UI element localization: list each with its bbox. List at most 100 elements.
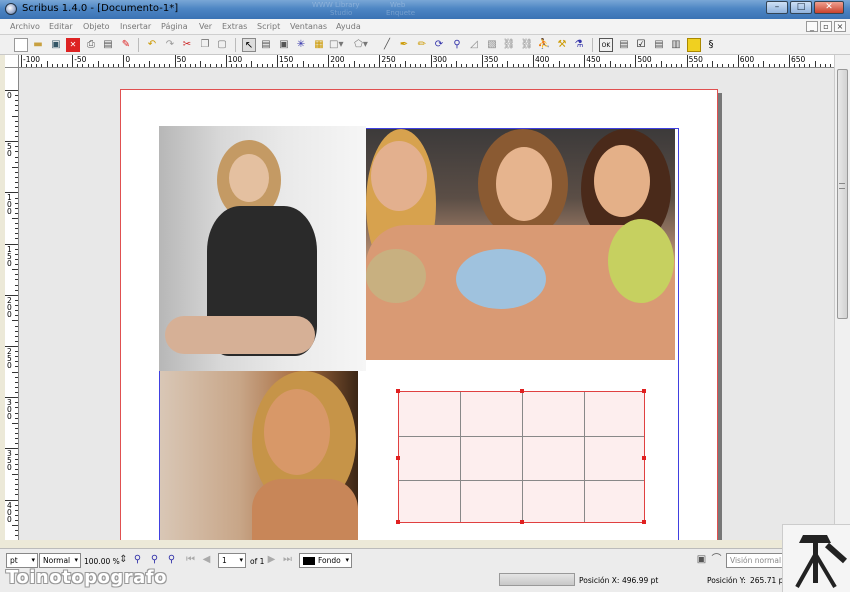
menu-ver[interactable]: Ver [199,22,212,31]
scribus-app-icon[interactable] [5,3,17,15]
prev-page-icon[interactable]: ◀ [200,553,213,566]
last-page-icon[interactable]: ⏭ [281,553,294,566]
cut-icon[interactable]: ✂ [180,38,194,52]
maximize-button[interactable]: □ [790,1,812,14]
undo-icon[interactable]: ↶ [145,38,159,52]
pdf-annotation-icon[interactable] [687,38,701,52]
unit-select[interactable]: pt ▾ [6,553,38,568]
ruler-corner[interactable] [5,55,19,68]
resize-handle[interactable] [642,456,646,460]
menu-script[interactable]: Script [257,22,280,31]
text-frame-icon[interactable]: ▤ [259,38,273,52]
bezier-icon[interactable]: ✒ [397,38,411,52]
zoom-reset-icon[interactable]: ⚲ [148,553,161,566]
menu-ventanas[interactable]: Ventanas [290,22,327,31]
zoom-value[interactable]: 100.00 % [84,557,120,566]
image-frame-three-women[interactable] [366,129,675,360]
horizontal-ruler[interactable]: -100 -50 0 50 100 150 200 250 300 350 400 450 500 550… [19,55,836,68]
image-frame-blonde-woman[interactable] [160,371,358,540]
preflight-icon[interactable]: ▤ [101,38,115,52]
document-canvas[interactable] [19,68,834,540]
pdf-listbox-icon[interactable]: ▥ [669,38,683,52]
menu-insertar[interactable]: Insertar [120,22,151,31]
resize-handle[interactable] [396,389,400,393]
open-icon[interactable]: ▬ [31,38,45,52]
resize-handle[interactable] [642,389,646,393]
copy-icon[interactable]: ❐ [198,38,212,52]
table-icon[interactable]: ▦ [312,38,326,52]
menu-ayuda[interactable]: Ayuda [336,22,361,31]
ruler-minor-tick [15,433,18,435]
edit-text-icon[interactable]: ▧ [485,38,499,52]
preview-mode-icon[interactable]: ▣ [695,553,708,566]
scrollbar-thumb[interactable] [837,69,848,319]
close-button[interactable]: ✕ [814,1,844,14]
selected-table-frame[interactable] [396,389,646,524]
resize-handle[interactable] [642,520,646,524]
view-toggle-icon[interactable]: ⌒ [710,553,723,566]
menu-editar[interactable]: Editar [49,22,73,31]
ruler-minor-tick [732,64,734,67]
paste-icon[interactable]: ▢ [215,38,229,52]
close-doc-icon[interactable]: ✕ [66,38,80,52]
pdf-pushbutton-icon[interactable]: OK [599,38,613,52]
freehand-icon[interactable]: ✏ [415,38,429,52]
face-shape [264,389,330,475]
ruler-minor-tick [77,64,79,67]
menu-archivo[interactable]: Archivo [10,22,40,31]
render-frame-icon[interactable]: ✳ [294,38,308,52]
pdf-checkbox-icon[interactable]: ☑ [634,38,648,52]
edit-contents-icon[interactable]: ◿ [467,38,481,52]
rotate-icon[interactable]: ⟳ [432,38,446,52]
layer-select[interactable]: Fondo ▾ [299,553,352,568]
vertical-scrollbar[interactable] [834,55,850,540]
pdf-combobox-icon[interactable]: ▤ [652,38,666,52]
resize-handle[interactable] [396,456,400,460]
zoom-stepper-icon[interactable]: ⇕ [117,553,130,566]
mdi-close-button[interactable]: × [834,21,846,32]
resize-handle[interactable] [520,520,524,524]
menu-pagina[interactable]: Página [161,22,188,31]
measure-icon[interactable]: ⛹ [537,38,551,52]
next-page-icon[interactable]: ▶ [265,553,278,566]
new-doc-icon[interactable] [14,38,28,52]
line-icon[interactable]: ╱ [380,38,394,52]
shoulder-shape [252,479,358,540]
mdi-minimize-button[interactable]: _ [806,21,818,32]
image-frame-woman-black-dress[interactable] [159,126,366,371]
link-frames-icon[interactable]: ⛓ [502,38,516,52]
view-mode-select[interactable]: Visión normal [726,553,784,568]
resize-handle[interactable] [520,389,524,393]
ruler-minor-tick [676,64,678,67]
mdi-restore-button[interactable]: ▫ [820,21,832,32]
ruler-minor-tick [164,64,166,67]
minimize-button[interactable]: – [766,1,788,14]
polygon-icon[interactable]: ⬠▾ [354,38,368,52]
copy-properties-icon[interactable]: ⚒ [555,38,569,52]
ruler-minor-tick [768,64,770,67]
first-page-icon[interactable]: ⏮ [184,553,197,566]
shape-icon[interactable]: □▾ [329,38,343,52]
zoom-out-icon[interactable]: ⚲ [131,553,144,566]
redo-icon[interactable]: ↷ [163,38,177,52]
ruler-major-tick [737,55,739,67]
select-icon[interactable]: ↖ [242,38,256,52]
zoom-in-icon[interactable]: ⚲ [165,553,178,566]
menu-extras[interactable]: Extras [222,22,247,31]
pdf-textfield-icon[interactable]: ▤ [617,38,631,52]
ruler-minor-tick [15,248,18,250]
image-frame-icon[interactable]: ▣ [277,38,291,52]
render-mode-select[interactable]: Normal ▾ [39,553,81,568]
eyedropper-icon[interactable]: ⚗ [572,38,586,52]
resize-handle[interactable] [396,520,400,524]
pdf-link-icon[interactable]: § [704,38,718,52]
page-select[interactable]: 1 ▾ [218,553,246,568]
menu-objeto[interactable]: Objeto [83,22,110,31]
save-icon[interactable]: ▣ [49,38,63,52]
vertical-ruler[interactable]: 050100150200250300350400450 [5,68,19,540]
print-icon[interactable]: ⎙ [84,38,98,52]
unlink-frames-icon[interactable]: ⛓ [520,38,534,52]
export-pdf-icon[interactable]: ✎ [119,38,133,52]
zoom-icon[interactable]: ⚲ [450,38,464,52]
legs-shape [165,316,315,354]
